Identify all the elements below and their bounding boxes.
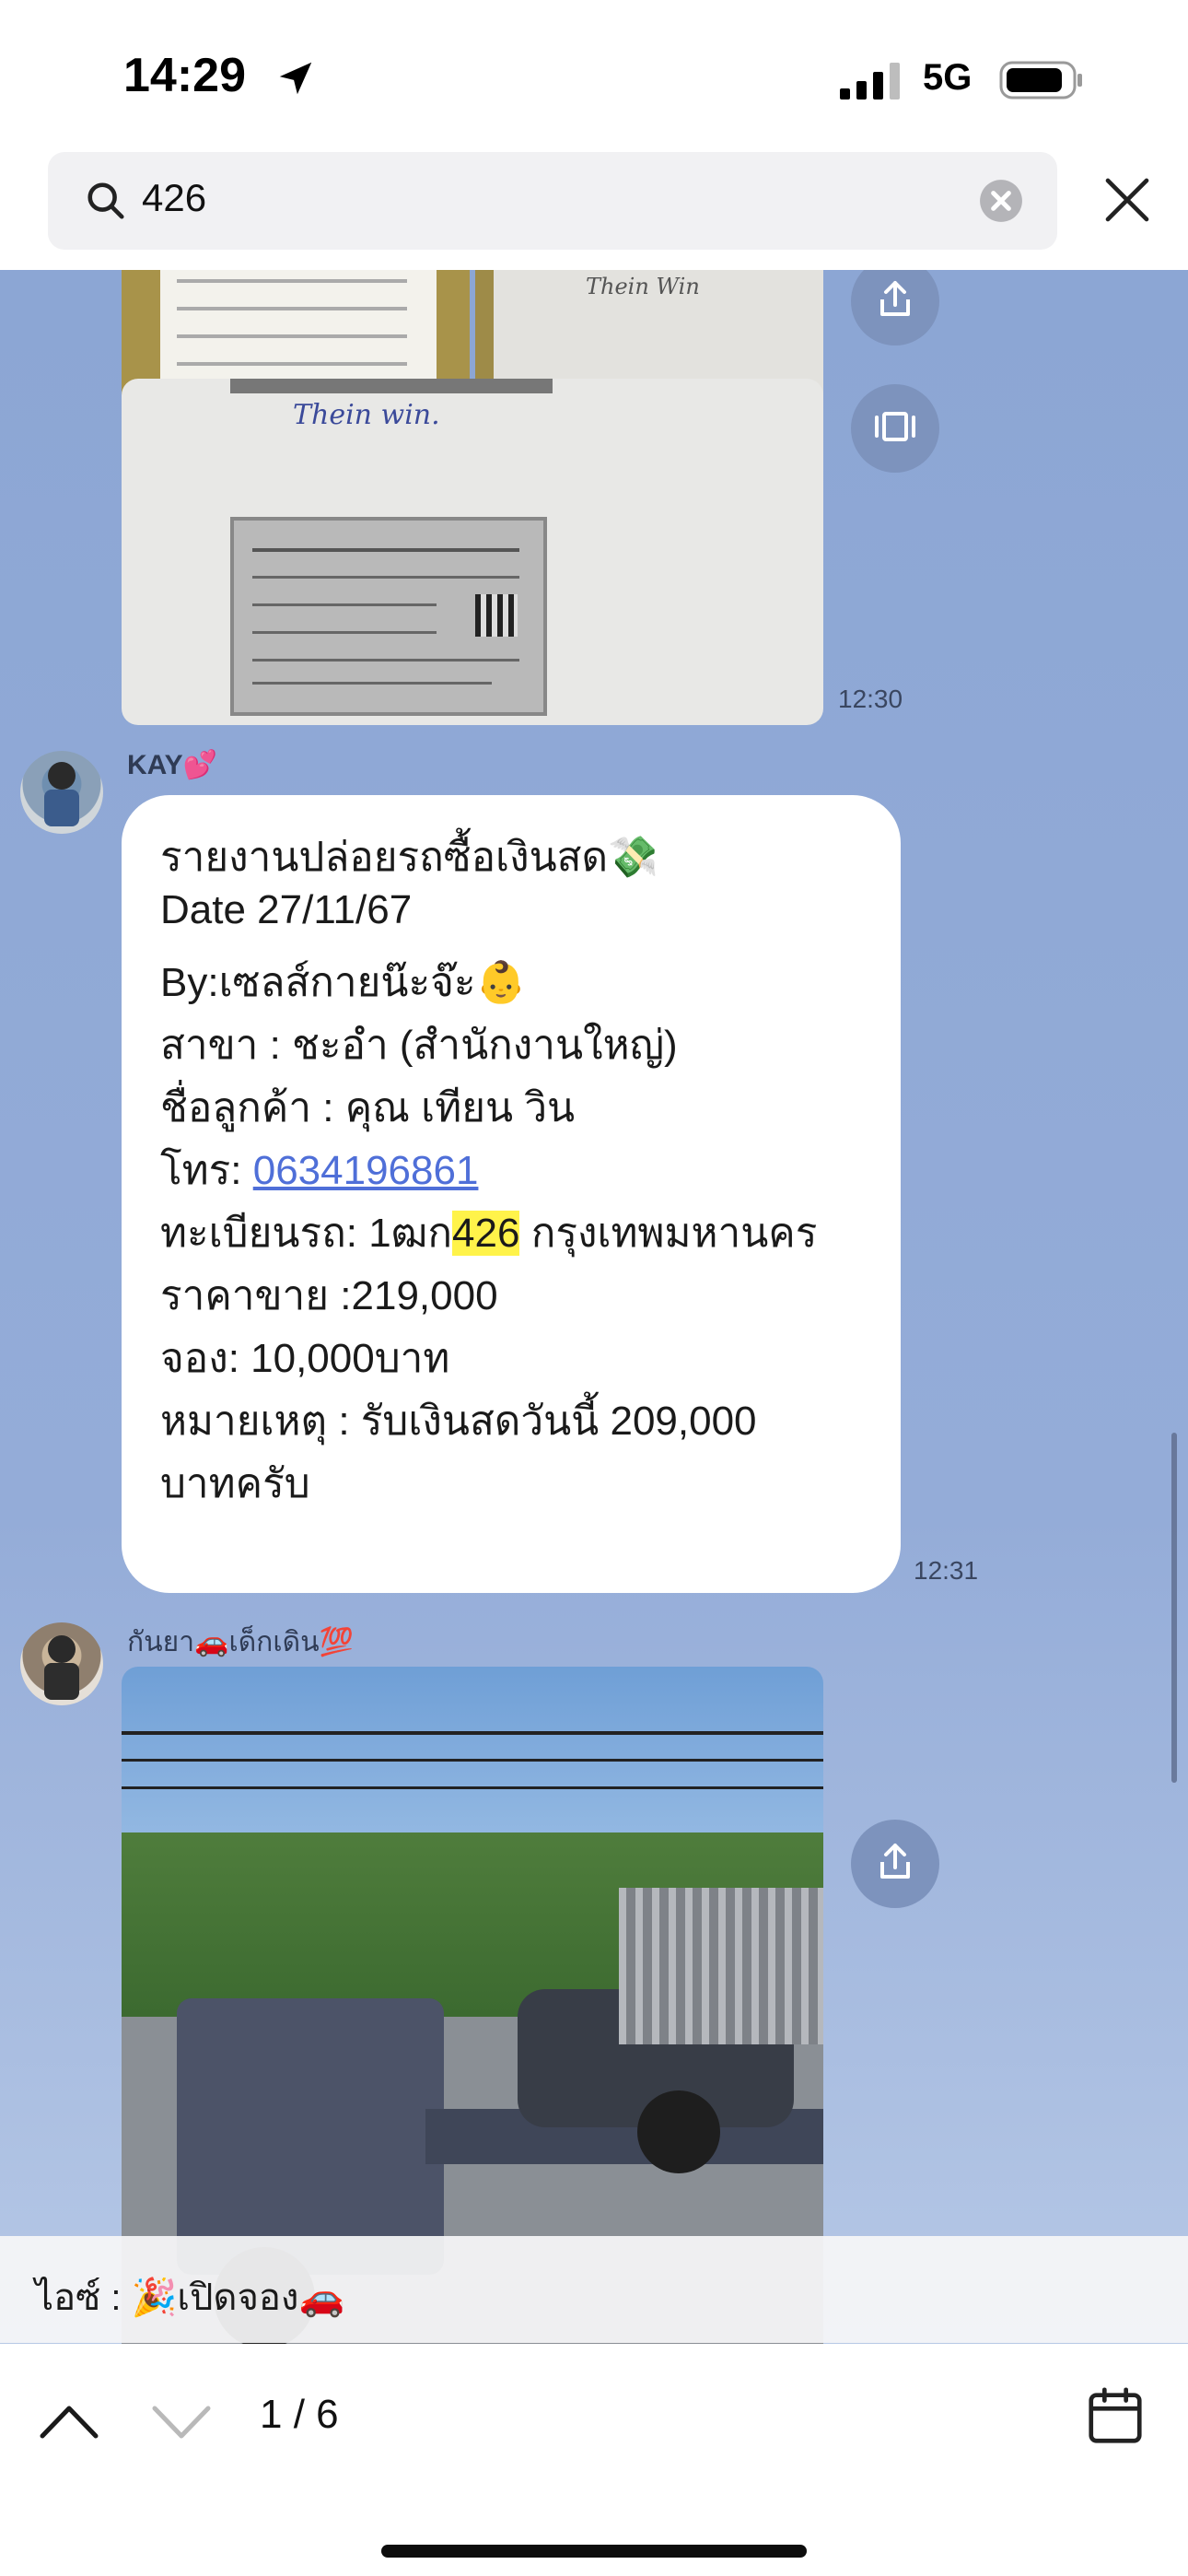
close-icon[interactable]: [1101, 174, 1153, 226]
sender-name: KAY💕: [127, 750, 217, 780]
avatar[interactable]: [20, 751, 103, 834]
document-photo-3[interactable]: Thein win.: [122, 379, 823, 725]
announcement-text: ไอซ์ : 🎉เปิดจอง🚗: [35, 2277, 345, 2318]
id-card-image: [230, 517, 547, 716]
next-result-icon[interactable]: [149, 2395, 214, 2447]
status-bar: 14:29 5G: [0, 0, 1188, 152]
expand-album-button[interactable]: [851, 384, 939, 473]
message-line: จอง: 10,000บาท: [160, 1336, 450, 1381]
document-edge: [230, 379, 553, 393]
cellular-signal-icon: [840, 63, 900, 100]
battery-icon: [999, 61, 1082, 100]
sender-name: กันยา🚗เด็กเดิน💯: [127, 1627, 354, 1657]
location-arrow-icon: [279, 62, 312, 95]
message-line: รายงานปล่อยรถซื้อเงินสด💸: [160, 835, 658, 880]
share-button[interactable]: [851, 1820, 939, 1908]
scrollbar[interactable]: [1171, 1433, 1177, 1783]
search-navigation-bar: 1 / 6: [0, 2344, 1188, 2576]
search-match-highlight: 426: [452, 1211, 520, 1256]
home-indicator[interactable]: [381, 2545, 807, 2558]
status-time: 14:29: [123, 49, 246, 102]
result-counter: 1 / 6: [260, 2392, 339, 2437]
phone-label: โทร:: [160, 1148, 253, 1193]
message-line: หมายเหตุ : รับเงินสดวันนี้ 209,000: [160, 1399, 757, 1444]
plate-line: ทะเบียนรถ: 1ฒก426 กรุงเทพมหานคร: [160, 1200, 817, 1265]
message-time: 12:30: [838, 685, 903, 713]
message-time: 12:31: [914, 1556, 979, 1585]
message-line: สาขา : ชะอำ (สำนักงานใหญ่): [160, 1023, 678, 1068]
message-line: Date 27/11/67: [160, 887, 413, 932]
message-line: By:เซลส์กายน๊ะจ๊ะ👶: [160, 960, 527, 1005]
expand-icon: [875, 412, 915, 441]
message-line: ชื่อลูกค้า : คุณ เทียน วิน: [160, 1085, 576, 1130]
avatar[interactable]: [20, 1622, 103, 1705]
previous-result-icon[interactable]: [37, 2395, 101, 2447]
network-type: 5G: [923, 57, 973, 98]
search-icon: [87, 182, 124, 219]
calendar-icon[interactable]: [1083, 2384, 1147, 2449]
plate-province: กรุงเทพมหานคร: [519, 1211, 818, 1256]
search-input[interactable]: 426: [48, 152, 1057, 250]
share-icon: [880, 281, 910, 316]
announcement-banner[interactable]: ไอซ์ : 🎉เปิดจอง🚗: [0, 2236, 1188, 2343]
share-button[interactable]: [851, 270, 939, 345]
message-bubble[interactable]: รายงานปล่อยรถซื้อเงินสด💸 Date 27/11/67 B…: [122, 795, 901, 1593]
message-line: ราคาขาย :219,000: [160, 1273, 498, 1318]
handwriting-text: Thein win.: [293, 399, 440, 431]
message-line: บาทครับ: [160, 1461, 310, 1506]
share-icon: [880, 1844, 910, 1879]
search-query[interactable]: 426: [142, 176, 206, 220]
phone-number-link[interactable]: 0634196861: [253, 1148, 479, 1193]
chat-area[interactable]: Thein Win Thein win. 12:30 KAY�: [0, 270, 1188, 2344]
handwriting-text-2: Thein Win: [586, 274, 700, 299]
search-header: 426: [0, 152, 1188, 271]
clear-search-icon[interactable]: [978, 178, 1024, 224]
phone-line: โทร: 0634196861: [160, 1138, 478, 1202]
plate-label: ทะเบียนรถ: 1ฒก: [160, 1211, 453, 1256]
